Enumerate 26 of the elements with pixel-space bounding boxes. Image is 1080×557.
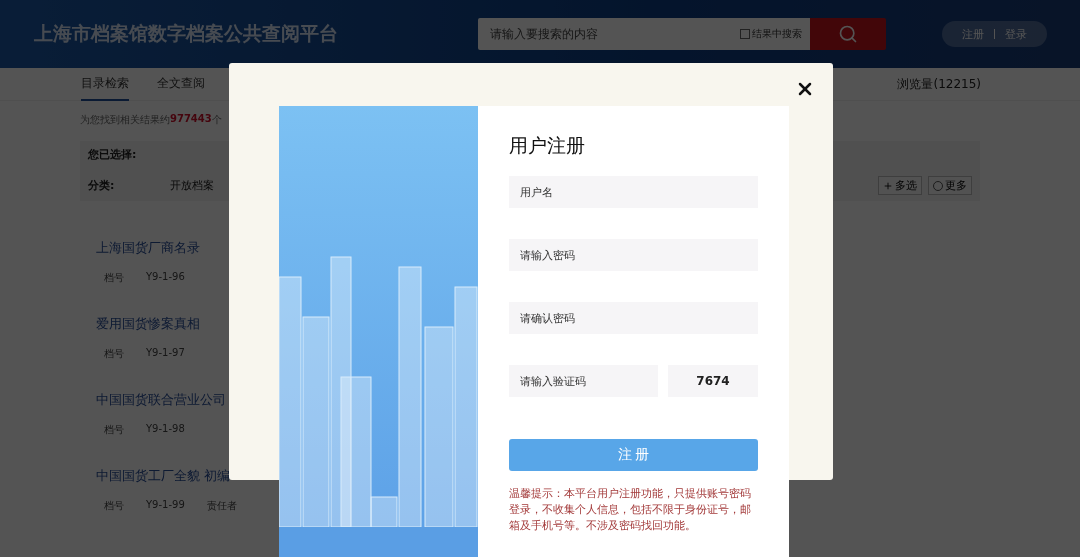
nav-tab[interactable]: 全文查阅 (157, 67, 205, 101)
filter-button[interactable]: 更多 (928, 176, 972, 195)
search-field[interactable]: 请输入要搜索的内容 (478, 18, 740, 50)
form-title: 用户注册 (509, 133, 586, 158)
result-count: 977443 (170, 113, 212, 124)
field-value: Y9-1-97 (146, 347, 185, 360)
plus-icon (883, 180, 893, 191)
view-count: 浏览量(12215) (897, 75, 981, 93)
filter-button[interactable]: 多选 (878, 176, 922, 195)
category-value: 开放档案 (170, 178, 215, 193)
search-icon (838, 24, 858, 44)
field-value: Y9-1-96 (146, 271, 185, 284)
field-value: Y9-1-99 (146, 499, 185, 512)
register-button[interactable]: 注 册 (509, 439, 758, 471)
search-button[interactable] (810, 18, 886, 50)
captcha-field[interactable]: 请输入验证码 (509, 365, 658, 397)
checkbox[interactable] (740, 29, 750, 39)
notice-text: 温馨提示：本平台用户注册功能，只提供账号密码登录，不收集个人信息，包括不限于身份证号，邮箱及手机号等。不涉及密码找回功能。 (509, 486, 752, 533)
captcha-code: 7674 (668, 365, 758, 397)
nav-tab[interactable]: 目录检索 (81, 67, 129, 101)
input-field[interactable]: 请输入密码 (509, 239, 758, 271)
filter-heading: 您已选择: (88, 147, 137, 162)
input-field[interactable]: 请确认密码 (509, 302, 758, 334)
input-field[interactable]: 用户名 (509, 176, 758, 208)
field-value: Y9-1-98 (146, 423, 185, 436)
category-label: 分类: (88, 178, 115, 193)
